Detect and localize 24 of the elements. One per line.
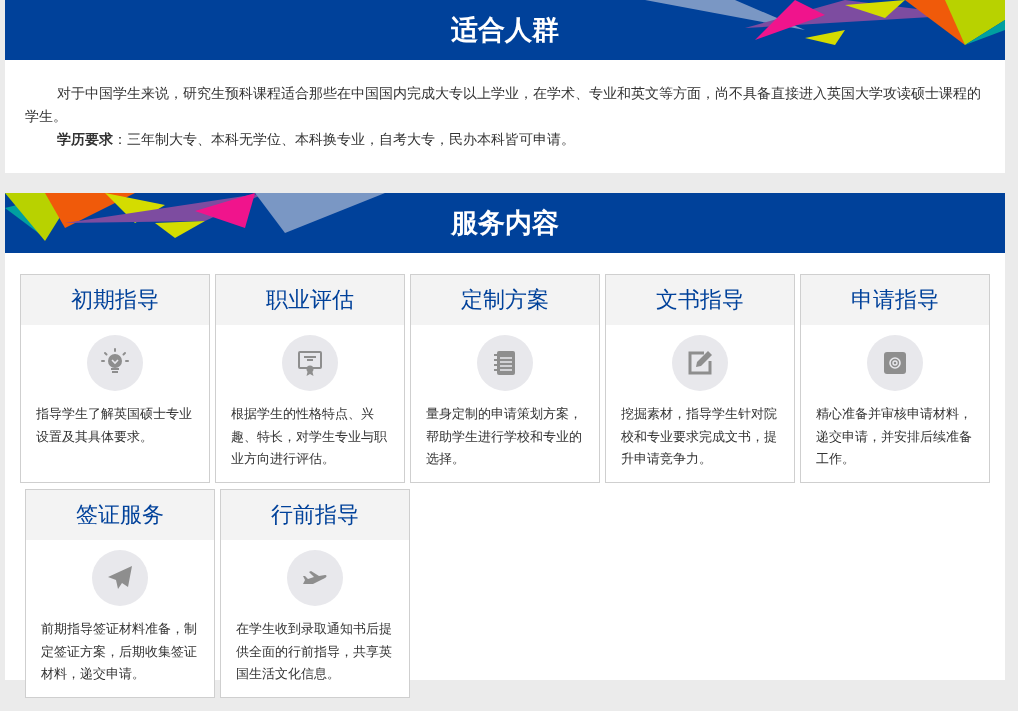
lightbulb-icon: [87, 335, 143, 391]
paper-plane-icon: [92, 550, 148, 606]
card-description: 挖掘素材，指导学生针对院校和专业要求完成文书，提升申请竞争力。: [621, 405, 778, 468]
stamp-icon: [867, 335, 923, 391]
airplane-icon: [287, 550, 343, 606]
card-description: 精心准备并审核申请材料，递交申请，并安排后续准备工作。: [816, 405, 973, 468]
card-title: 初期指导: [21, 275, 209, 325]
card-description: 指导学生了解英国硕士专业设置及其具体要求。: [36, 405, 193, 446]
card-title: 行前指导: [221, 490, 409, 540]
card-title: 定制方案: [411, 275, 599, 325]
section-title: 适合人群: [451, 13, 559, 47]
section-title: 服务内容: [451, 206, 559, 240]
card-description: 前期指导签证材料准备，制定签证方案，后期收集签证材料，递交申请。: [41, 620, 198, 683]
intro-paragraph: 对于中国学生来说，研究生预科课程适合那些在中国国内完成大专以上学业，在学术、专业和英文等方面，尚不具备直接进入英国大学攻读硕士课程的学生。: [25, 84, 982, 126]
certificate-icon: [282, 335, 338, 391]
card-title: 申请指导: [801, 275, 989, 325]
notebook-icon: [477, 335, 533, 391]
card-description: 在学生收到录取通知书后提供全面的行前指导，共享英国生活文化信息。: [236, 620, 393, 683]
card-title: 文书指导: [606, 275, 794, 325]
card-description: 量身定制的申请策划方案，帮助学生进行学校和专业的选择。: [426, 405, 583, 468]
intro-paragraph: 学历要求：三年制大专、本科无学位、本科换专业，自考大专，民办本科皆可申请。: [56, 130, 576, 149]
card-description: 根据学生的性格特点、兴趣、特长，对学生专业与职业方向进行评估。: [231, 405, 388, 468]
card-title: 签证服务: [26, 490, 214, 540]
card-title: 职业评估: [216, 275, 404, 325]
